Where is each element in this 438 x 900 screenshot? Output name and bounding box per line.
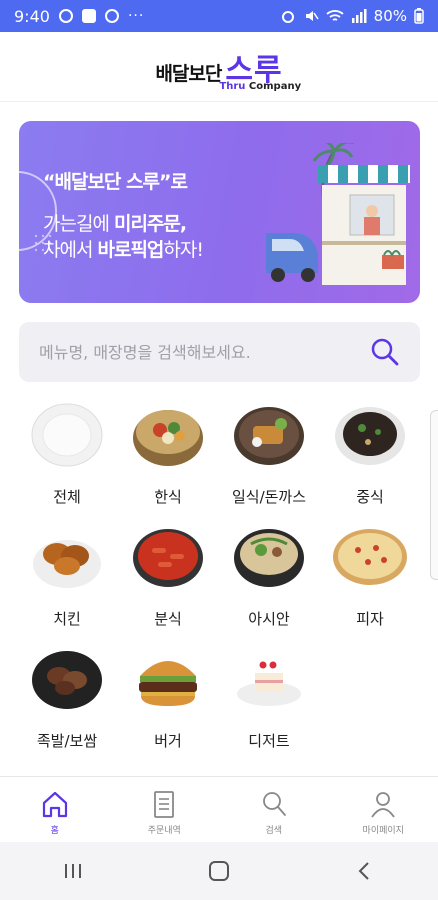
tteokbokki-icon [133, 529, 203, 587]
battery-percent: 80% [373, 7, 407, 25]
category-label: 중식 [356, 488, 384, 506]
facebook-icon [81, 9, 96, 23]
signal-icon [351, 9, 367, 23]
cake-icon [237, 661, 301, 706]
nav-orders[interactable]: 주문내역 [110, 777, 220, 842]
banner-line-2: 가는길에 미리주문, [43, 209, 187, 236]
drive-thru-illustration [266, 143, 410, 285]
promo-banner[interactable]: “배달보단 스루”로 가는길에 미리주문, 차에서 바로픽업하자! [19, 121, 420, 303]
jokbal-icon [32, 651, 102, 709]
burger-icon [139, 661, 197, 706]
mute-icon [305, 11, 319, 21]
category-snack[interactable]: 분식 [118, 524, 218, 629]
alarm-icon [281, 11, 294, 23]
battery-icon [414, 8, 424, 24]
status-bar: 9:40 ··· 80% [0, 0, 438, 32]
category-pizza[interactable]: 피자 [320, 524, 420, 629]
category-japanese[interactable]: 일식/돈까스 [219, 402, 319, 507]
app-header: 배달보단 스루 Thru Company [0, 32, 438, 102]
empty-plate-icon [31, 403, 103, 467]
category-burger[interactable]: 버거 [118, 646, 218, 751]
category-jokbal[interactable]: 족발/보쌈 [17, 646, 117, 751]
side-scroll-handle[interactable] [430, 410, 438, 580]
instagram-icon [58, 9, 73, 23]
tonkatsu-icon [234, 407, 304, 465]
logo-subtitle-thru: Thru [219, 80, 246, 92]
logo-subtitle: Thru Company [219, 81, 301, 92]
category-label: 피자 [356, 610, 384, 628]
nav-mypage[interactable]: 마이페이지 [329, 777, 438, 842]
pho-icon [234, 529, 304, 587]
banner-line-3: 차에서 바로픽업하자! [43, 235, 204, 262]
search-icon [262, 792, 286, 816]
category-dessert[interactable]: 디저트 [219, 646, 319, 751]
nav-search[interactable]: 검색 [219, 777, 329, 842]
nav-orders-label: 주문내역 [147, 826, 181, 836]
category-label: 분식 [154, 610, 182, 628]
jajangmyeon-icon [335, 407, 405, 465]
category-korean[interactable]: 한식 [118, 402, 218, 507]
back-icon[interactable] [353, 859, 377, 883]
search-bar[interactable] [19, 322, 420, 382]
status-time: 9:40 [14, 6, 50, 26]
search-icon[interactable] [370, 337, 400, 367]
category-label: 버거 [154, 732, 182, 750]
banner-line-3-c: 하자! [163, 239, 204, 261]
app-logo: 배달보단 스루 Thru Company [155, 45, 301, 92]
banner-line-3-b: 바로픽업 [97, 239, 164, 261]
category-chicken[interactable]: 치킨 [17, 524, 117, 629]
category-label: 족발/보쌈 [36, 732, 98, 750]
nav-search-label: 검색 [265, 826, 283, 836]
search-input[interactable] [39, 342, 370, 362]
bottom-navigation: 홈 주문내역 검색 마이페이지 [0, 776, 438, 842]
category-label: 디저트 [248, 732, 290, 750]
logo-korean-text: 배달보단 [155, 62, 222, 85]
category-asian[interactable]: 아시안 [219, 524, 319, 629]
home-icon [42, 791, 67, 818]
banner-line-3-a: 차에서 [43, 239, 98, 261]
pizza-icon [333, 529, 407, 585]
wifi-icon [326, 10, 344, 21]
person-icon [371, 792, 395, 818]
logo-subtitle-company: Company [245, 80, 302, 92]
banner-line-2-a: 가는길에 [43, 213, 114, 235]
nav-home-label: 홈 [50, 826, 59, 836]
message-icon [104, 9, 119, 23]
banner-headline: “배달보단 스루”로 [43, 171, 188, 193]
home-button-icon[interactable] [207, 859, 231, 883]
banner-line-2-b: 미리주문, [113, 213, 187, 235]
recent-apps-icon[interactable] [61, 861, 85, 881]
system-navigation-bar [0, 842, 438, 900]
category-label: 일식/돈까스 [231, 488, 307, 506]
more-notifications-icon: ··· [127, 8, 145, 24]
chicken-icon [33, 540, 101, 588]
category-label: 아시안 [248, 610, 290, 628]
category-label: 전체 [53, 488, 81, 506]
receipt-icon [154, 791, 175, 818]
category-chinese[interactable]: 중식 [320, 402, 420, 507]
bibimbap-icon [133, 410, 203, 466]
category-label: 한식 [154, 488, 182, 506]
category-all[interactable]: 전체 [17, 402, 117, 507]
nav-home[interactable]: 홈 [0, 777, 110, 842]
category-label: 치킨 [53, 610, 81, 628]
nav-mypage-label: 마이페이지 [362, 826, 404, 836]
